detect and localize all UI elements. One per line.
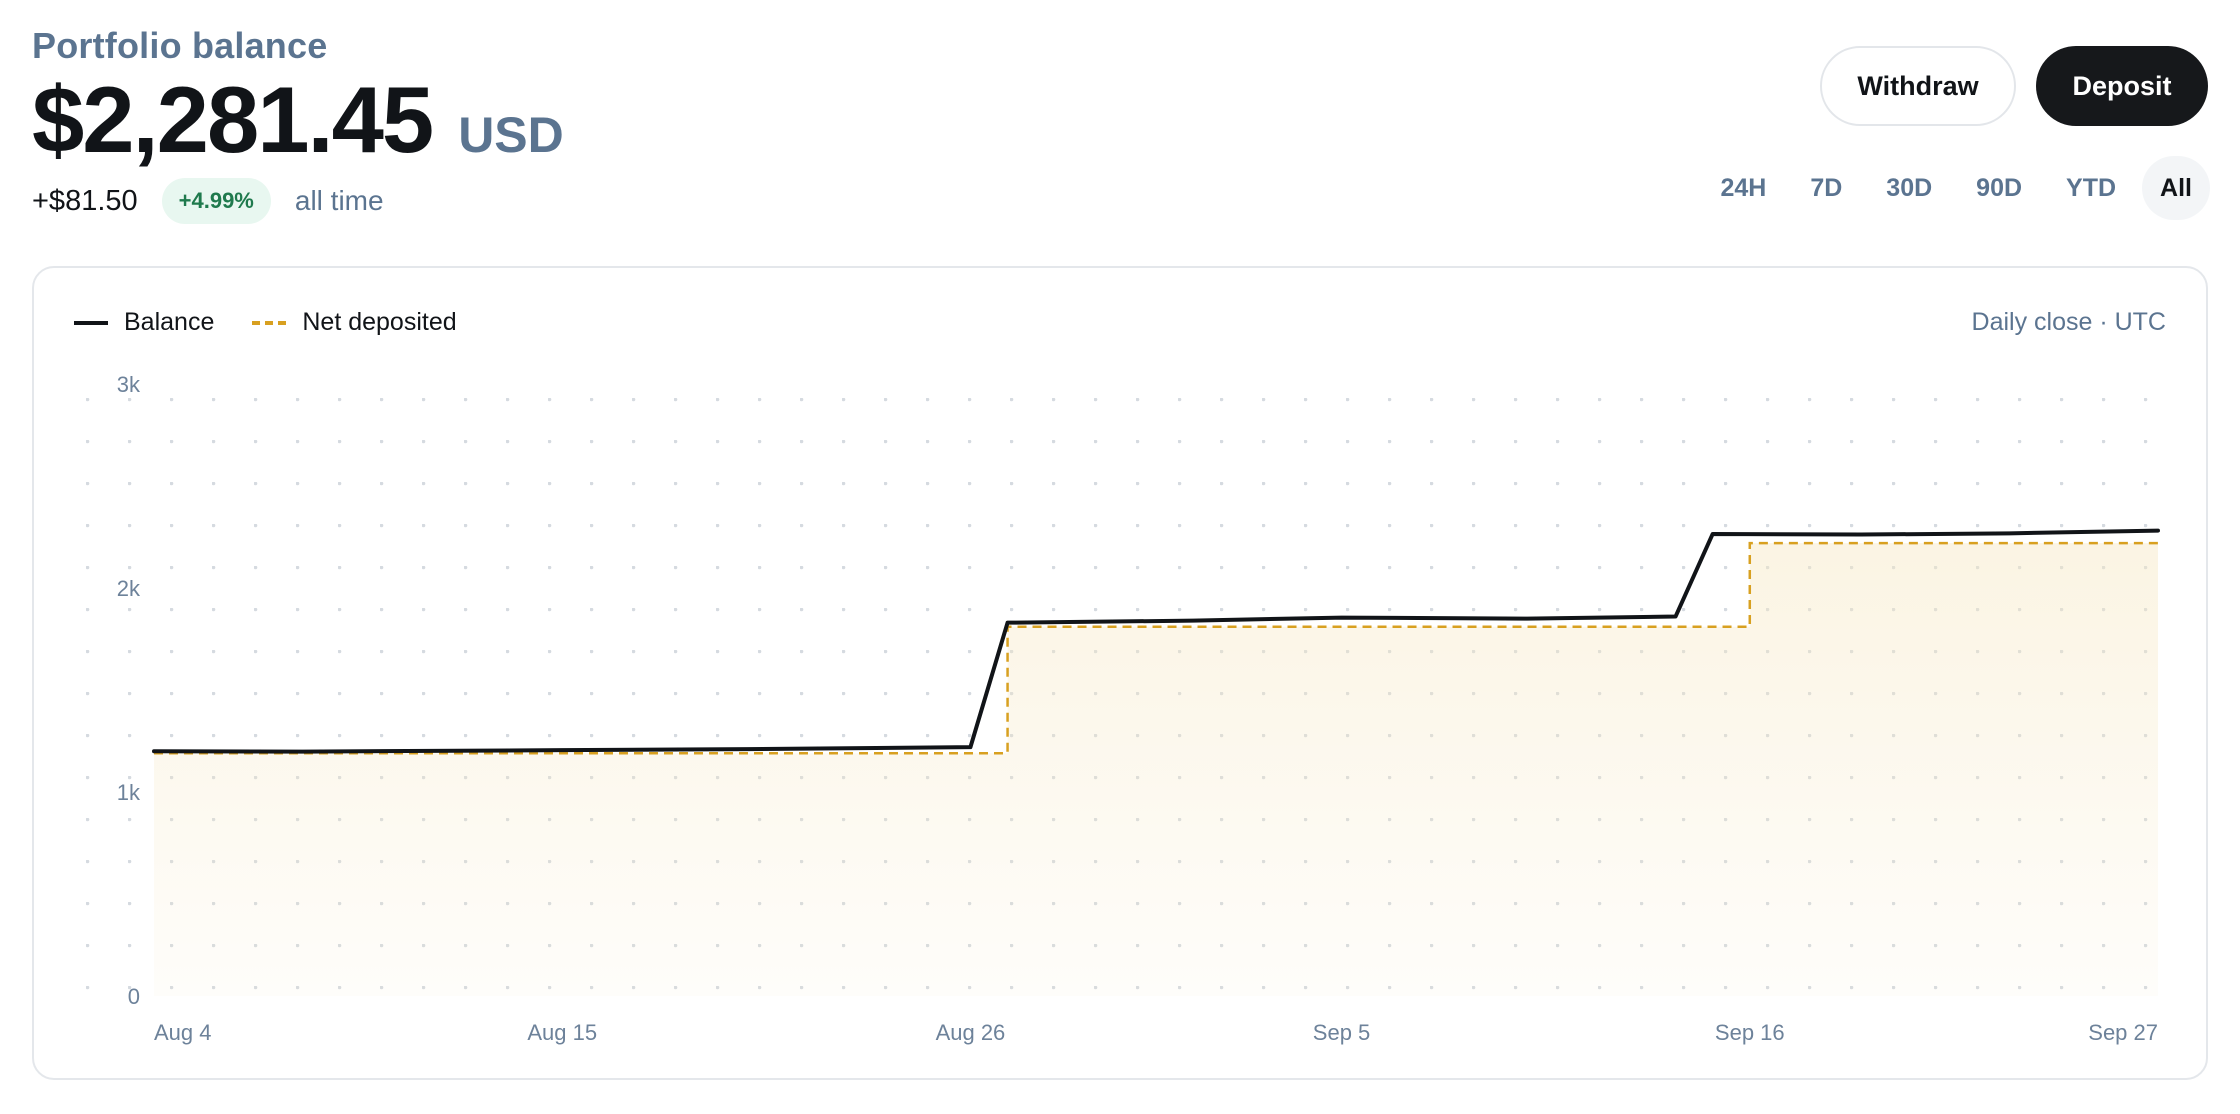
chart-legend: Balance Net deposited bbox=[74, 308, 495, 337]
time-range-selector: 24H 7D 30D 90D YTD All bbox=[1694, 156, 2210, 220]
y-tick-label: 1k bbox=[117, 780, 141, 805]
x-tick-label: Aug 4 bbox=[154, 1020, 212, 1045]
x-tick-label: Sep 16 bbox=[1715, 1020, 1785, 1045]
chart-note: Daily close · UTC bbox=[1971, 308, 2166, 336]
balance-amount: $2,281.45 bbox=[32, 67, 434, 172]
x-tick-label: Aug 15 bbox=[527, 1020, 597, 1045]
range-90d[interactable]: 90D bbox=[1958, 156, 2040, 220]
balance-header: Portfolio balance $2,281.45 USD +$81.50 … bbox=[32, 20, 564, 224]
balance-chart: 0 1k 2k 3k Aug 4 Aug 15 Aug 26 Sep 5 Sep 16 Sep 2… bbox=[84, 372, 2174, 1045]
action-buttons: Withdraw Deposit bbox=[1820, 46, 2208, 126]
x-tick-label: Sep 27 bbox=[2088, 1020, 2158, 1045]
change-row: +$81.50 +4.99% all time bbox=[32, 178, 564, 224]
x-tick-label: Sep 5 bbox=[1313, 1020, 1371, 1045]
change-amount: +$81.50 bbox=[32, 184, 138, 217]
legend-swatch-net-deposited bbox=[252, 320, 287, 325]
legend-swatch-balance bbox=[74, 320, 108, 325]
y-tick-label: 0 bbox=[128, 984, 140, 1009]
y-tick-label: 2k bbox=[117, 576, 141, 601]
amount-row: $2,281.45 USD bbox=[32, 68, 564, 172]
currency-code: USD bbox=[458, 107, 564, 163]
withdraw-button[interactable]: Withdraw bbox=[1820, 46, 2016, 126]
x-tick-label: Aug 26 bbox=[936, 1020, 1006, 1045]
range-24h[interactable]: 24H bbox=[1702, 156, 1784, 220]
chart-card: 0 1k 2k 3k Aug 4 Aug 15 Aug 26 Sep 5 Sep 16 Sep 2… bbox=[32, 266, 2208, 1080]
range-30d[interactable]: 30D bbox=[1868, 156, 1950, 220]
legend-label-balance: Balance bbox=[124, 308, 215, 336]
page-title: Portfolio balance bbox=[32, 25, 328, 66]
legend-item-balance: Balance bbox=[74, 308, 214, 337]
change-percent-badge: +4.99% bbox=[161, 178, 271, 224]
range-7d[interactable]: 7D bbox=[1792, 156, 1860, 220]
range-all[interactable]: All bbox=[2142, 156, 2210, 220]
range-ytd[interactable]: YTD bbox=[2048, 156, 2134, 220]
deposit-button[interactable]: Deposit bbox=[2036, 46, 2208, 126]
y-tick-label: 3k bbox=[117, 372, 141, 397]
legend-item-net-deposited: Net deposited bbox=[252, 308, 457, 337]
legend-label-net-deposited: Net deposited bbox=[302, 308, 457, 336]
period-label: all time bbox=[294, 185, 384, 216]
